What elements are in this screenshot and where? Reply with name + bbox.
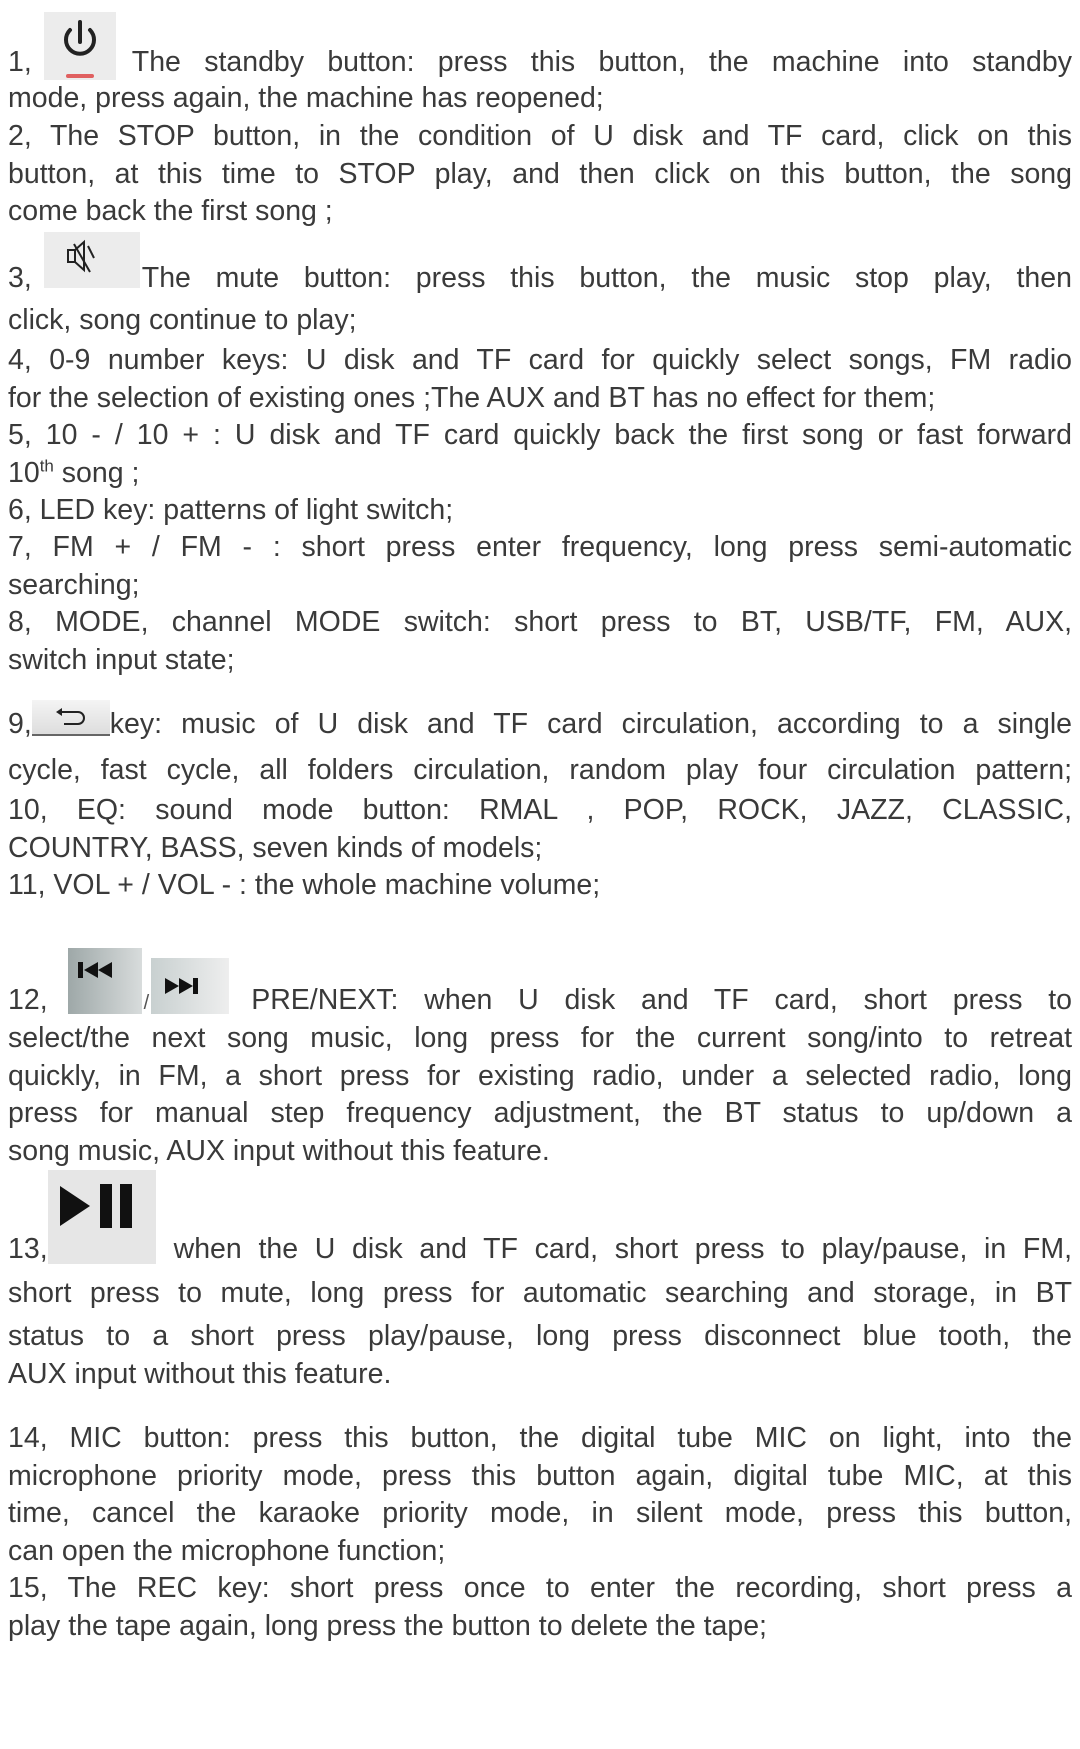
item-9-line-2: cycle, fast cycle, all folders circulati…	[8, 754, 1072, 786]
repeat-icon	[31, 700, 110, 736]
item-7-line-2: searching;	[8, 568, 140, 601]
item-13: 13, when the U disk and TF card, short p…	[8, 1170, 1072, 1393]
item-11: 11, VOL + / VOL - : the whole machine vo…	[8, 867, 1072, 905]
item-12-line-2: select/the next song music, long press f…	[8, 1022, 1072, 1054]
item-15: 15, The REC key: short press once to ent…	[8, 1570, 1072, 1645]
item-10-line-2: COUNTRY, BASS, seven kinds of models;	[8, 831, 543, 864]
item-13-line-3: status to a short press play/pause, long…	[8, 1320, 1072, 1352]
item-14: 14, MIC button: press this button, the d…	[8, 1420, 1072, 1570]
item-2-line-3: come back the first song ;	[8, 195, 333, 227]
item-3-number: 3,	[8, 262, 32, 294]
item-1-number: 1,	[8, 46, 32, 78]
item-4-line-1: 4, 0-9 number keys: U disk and TF card f…	[8, 344, 1072, 376]
item-14-line-2: microphone priority mode, press this but…	[8, 1459, 1072, 1492]
item-3-line-1: The mute button: press this button, the …	[141, 262, 1072, 294]
item-3-line-2: click, song continue to play;	[8, 304, 357, 336]
item-14-line-1: 14, MIC button: press this button, the d…	[8, 1422, 1072, 1454]
item-12-number: 12,	[8, 984, 48, 1016]
item-2-line-1: 2, The STOP button, in the condition of …	[8, 120, 1072, 152]
item-13-line-4: AUX input without this feature.	[8, 1357, 392, 1390]
item-3: 3, The mute button: press this button, t…	[8, 232, 1072, 342]
item-6: 6, LED key: patterns of light switch;	[8, 492, 1072, 530]
item-10: 10, EQ: sound mode button: RMAL , POP, R…	[8, 792, 1072, 867]
item-1: 1, The standby button: press this button…	[8, 6, 1072, 116]
item-9-number: 9,	[8, 708, 32, 740]
item-6-line-1: 6, LED key: patterns of light switch;	[8, 494, 454, 526]
item-7-line-1: 7, FM + / FM - : short press enter frequ…	[8, 531, 1072, 563]
item-11-line-1: 11, VOL + / VOL - : the whole machine vo…	[8, 869, 601, 901]
item-15-line-1: 15, The REC key: short press once to ent…	[8, 1572, 1072, 1604]
item-15-line-2: play the tape again, long press the butt…	[8, 1609, 767, 1642]
item-10-line-1: 10, EQ: sound mode button: RMAL , POP, R…	[8, 794, 1072, 826]
item-8-line-1: 8, MODE, channel MODE switch: short pres…	[8, 606, 1072, 638]
item-2: 2, The STOP button, in the condition of …	[8, 118, 1072, 231]
item-5: 5, 10 - / 10 + : U disk and TF card quic…	[8, 417, 1072, 492]
item-7: 7, FM + / FM - : short press enter frequ…	[8, 529, 1072, 604]
item-12-line-3: quickly, in FM, a short press for existi…	[8, 1059, 1072, 1092]
item-12: 12, / PRE/NEXT: when U disk and TF card,…	[8, 948, 1072, 1170]
play-pause-icon	[47, 1170, 156, 1264]
item-4: 4, 0-9 number keys: U disk and TF card f…	[8, 342, 1072, 417]
item-12-line-1: PRE/NEXT: when U disk and TF card, short…	[251, 984, 1072, 1016]
power-icon	[43, 12, 116, 80]
item-13-line-1: when the U disk and TF card, short press…	[173, 1233, 1072, 1265]
prev-track-icon	[67, 948, 142, 1014]
item-4-line-2: for the selection of existing ones ;The …	[8, 381, 936, 414]
item-13-number: 13,	[8, 1233, 48, 1265]
item-1-line-2: mode, press again, the machine has reope…	[8, 82, 604, 114]
item-9: 9, key: music of U disk and TF card circ…	[8, 696, 1072, 796]
item-5-line-2: 10th song ;	[8, 456, 140, 489]
mute-icon	[43, 232, 140, 288]
prev-next-separator: /	[143, 992, 150, 1014]
item-1-line-1: The standby button: press this button, t…	[131, 46, 1072, 78]
item-8-line-2: switch input state;	[8, 643, 235, 676]
item-8: 8, MODE, channel MODE switch: short pres…	[8, 604, 1072, 679]
next-track-icon	[151, 958, 230, 1014]
item-14-line-4: can open the microphone function;	[8, 1534, 446, 1567]
item-2-line-2: button, at this time to STOP play, and t…	[8, 157, 1072, 190]
item-14-line-3: time, cancel the karaoke priority mode, …	[8, 1497, 1072, 1529]
item-5-line-1: 5, 10 - / 10 + : U disk and TF card quic…	[8, 419, 1072, 451]
item-13-line-2: short press to mute, long press for auto…	[8, 1277, 1072, 1309]
item-12-line-4: press for manual step frequency adjustme…	[8, 1097, 1072, 1129]
item-12-line-5: song music, AUX input without this featu…	[8, 1134, 550, 1167]
item-9-line-1: key: music of U disk and TF card circula…	[109, 708, 1072, 740]
